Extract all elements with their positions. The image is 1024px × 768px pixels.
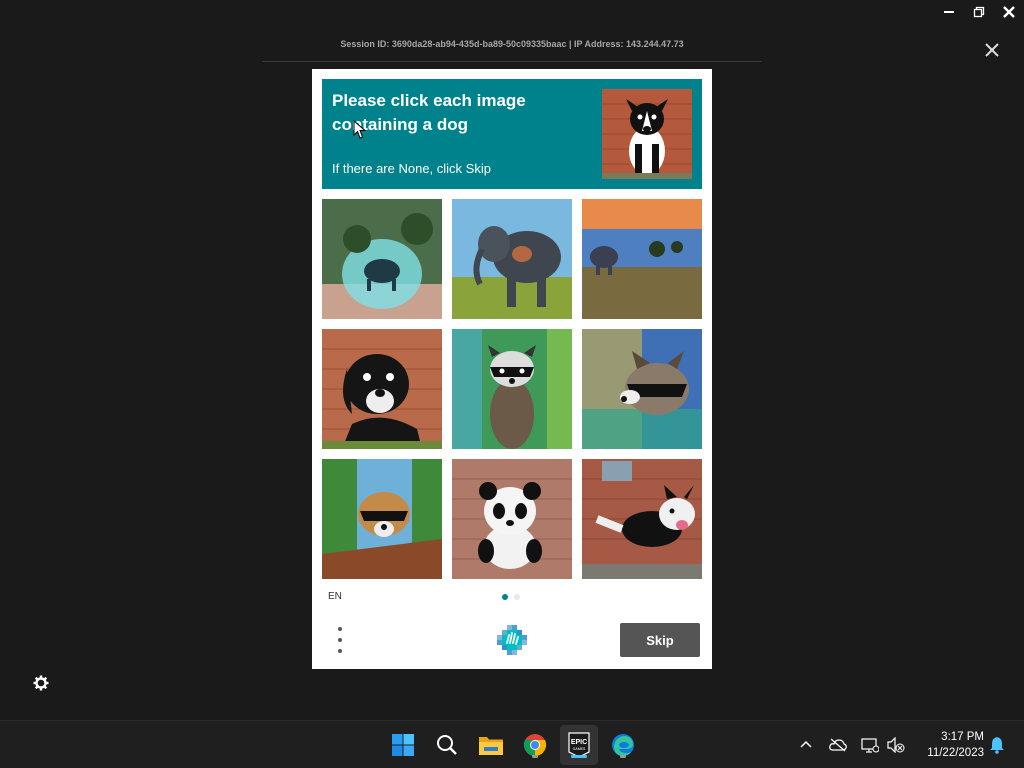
prompt-subtitle: If there are None, click Skip: [332, 161, 491, 176]
system-clock[interactable]: 3:17 PM 11/22/2023: [914, 729, 984, 761]
tile-4-dog-brick[interactable]: [322, 329, 442, 449]
close-overlay-button[interactable]: [982, 40, 1002, 60]
tile-8-panda-brick[interactable]: [452, 459, 572, 579]
svg-text:EPIC: EPIC: [571, 739, 587, 746]
page-dot-1[interactable]: [502, 594, 508, 600]
running-indicator: [532, 755, 538, 758]
close-icon: [1003, 6, 1015, 18]
onedrive-tray-icon[interactable]: [828, 735, 848, 755]
example-image-dog: [602, 89, 692, 179]
monitor-network-icon: [861, 738, 879, 753]
tile-9-dog-jumping[interactable]: [582, 459, 702, 579]
minimize-button[interactable]: [934, 0, 964, 24]
more-options-button[interactable]: [334, 627, 346, 653]
bell-icon: [990, 737, 1004, 754]
image-grid: [322, 199, 702, 579]
start-button[interactable]: [389, 731, 417, 759]
volume-tray-icon[interactable]: [886, 735, 906, 755]
tile-1-elephant-dome[interactable]: [322, 199, 442, 319]
cloud-off-icon: [829, 738, 847, 752]
session-info: Session ID: 3690da28-ab94-435d-ba89-50c0…: [340, 39, 684, 49]
chevron-up-icon: [800, 740, 812, 748]
prompt-title: Please click each image containing a dog: [332, 91, 526, 134]
volume-muted-icon: [887, 737, 905, 753]
settings-gear-icon[interactable]: [33, 675, 49, 691]
taskbar-app-chrome[interactable]: [521, 731, 549, 759]
show-hidden-icons-button[interactable]: [796, 735, 816, 755]
taskbar-app-file-explorer[interactable]: [477, 731, 505, 759]
desktop-screen: Session ID: 3690da28-ab94-435d-ba89-50c0…: [0, 0, 1024, 768]
tile-5-raccoon-forest[interactable]: [452, 329, 572, 449]
close-window-button[interactable]: [994, 0, 1024, 24]
taskbar-app-epic-games[interactable]: EPIC GAMES: [565, 731, 593, 759]
restore-button[interactable]: [964, 0, 994, 24]
folder-icon: [479, 737, 503, 755]
edge-icon: [612, 734, 634, 756]
captcha-challenge: Please click each image containing a dog…: [312, 69, 712, 669]
search-icon: [437, 735, 457, 755]
search-button[interactable]: [433, 731, 461, 759]
restore-icon: [973, 6, 985, 18]
running-indicator: [571, 755, 587, 758]
minimize-icon: [944, 11, 954, 13]
taskbar: EPIC GAMES 3:17 PM 11/22/2023: [0, 720, 1024, 768]
tile-3-elephant-sunset[interactable]: [582, 199, 702, 319]
divider: [262, 61, 762, 62]
clock-time: 3:17 PM: [941, 731, 984, 743]
network-tray-icon[interactable]: [860, 735, 880, 755]
chrome-icon: [523, 734, 547, 756]
clock-date: 11/22/2023: [927, 747, 984, 759]
taskbar-app-edge[interactable]: [609, 731, 637, 759]
tile-7-raccoon-log[interactable]: [322, 459, 442, 579]
dot-icon: [338, 627, 342, 631]
running-indicator: [620, 755, 626, 758]
svg-text:GAMES: GAMES: [573, 747, 586, 751]
language-selector[interactable]: EN: [328, 591, 342, 602]
window-controls: [934, 0, 1024, 24]
page-dot-2[interactable]: [514, 594, 520, 600]
dot-icon: [338, 649, 342, 653]
tile-2-elephant-savanna[interactable]: [452, 199, 572, 319]
pagination-dots: [502, 594, 520, 600]
windows-icon: [392, 734, 414, 756]
tile-6-raccoon-colorful[interactable]: [582, 329, 702, 449]
skip-button[interactable]: Skip: [620, 623, 700, 657]
hcaptcha-logo-icon: [495, 623, 529, 657]
close-icon: [985, 43, 999, 57]
prompt-header: Please click each image containing a dog…: [322, 79, 702, 189]
notifications-button[interactable]: [987, 735, 1007, 755]
dot-icon: [338, 638, 342, 642]
